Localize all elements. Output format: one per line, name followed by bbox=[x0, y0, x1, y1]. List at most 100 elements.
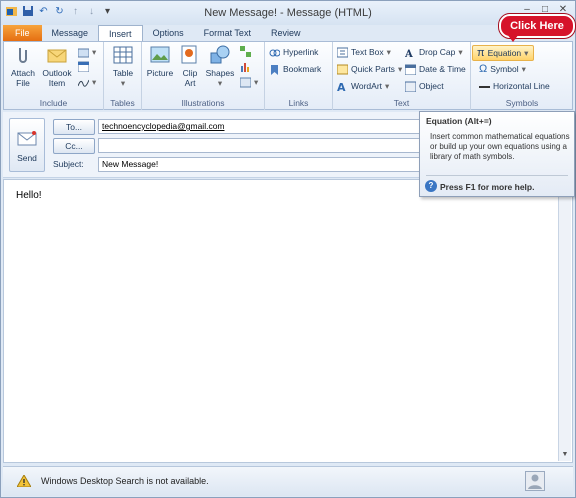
clip-art-icon bbox=[181, 45, 197, 64]
picture-label: Picture bbox=[146, 68, 174, 78]
bookmark-label: Bookmark bbox=[283, 64, 322, 74]
object-button[interactable]: Object bbox=[405, 80, 444, 92]
cc-button[interactable]: Cc... bbox=[53, 138, 95, 154]
group-text-label: Text bbox=[393, 98, 410, 108]
shapes-button[interactable]: Shapes ▾ bbox=[205, 44, 235, 88]
clip-art-button[interactable]: Clip Art bbox=[178, 44, 202, 88]
callout-pointer bbox=[507, 34, 519, 42]
tab-options[interactable]: Options bbox=[143, 25, 194, 42]
group-text: Text Box ▾ Quick Parts ▾ A WordArt ▾ A Drop C… bbox=[333, 42, 471, 110]
help-icon: ? bbox=[425, 180, 437, 192]
group-illustrations-label: Illustrations bbox=[181, 98, 225, 108]
business-card-button[interactable]: ▾ bbox=[78, 46, 96, 58]
picture-button[interactable]: Picture bbox=[145, 44, 175, 78]
tooltip-title: Equation (Alt+=) bbox=[426, 116, 492, 126]
text-box-icon bbox=[337, 47, 348, 57]
person-icon bbox=[528, 474, 542, 489]
quick-parts-button[interactable]: Quick Parts ▾ bbox=[337, 63, 402, 75]
hyperlink-label: Hyperlink bbox=[283, 47, 319, 57]
clip-art-label: Clip Art bbox=[182, 68, 198, 88]
scroll-down-icon[interactable]: ▼ bbox=[559, 449, 571, 461]
equation-tooltip: Equation (Alt+=) Insert common mathemati… bbox=[419, 111, 575, 197]
group-include-label: Include bbox=[39, 98, 68, 108]
tab-insert[interactable]: Insert bbox=[98, 25, 143, 42]
smartart-button[interactable] bbox=[240, 46, 251, 57]
table-label: Table bbox=[112, 68, 134, 78]
signature-icon bbox=[78, 79, 89, 87]
status-message: Windows Desktop Search is not available. bbox=[41, 476, 209, 486]
equation-label: Equation bbox=[487, 48, 522, 58]
group-links-label: Links bbox=[288, 98, 309, 108]
pi-icon: π bbox=[477, 47, 485, 59]
group-links: Hyperlink Bookmark Links bbox=[265, 42, 333, 110]
ribbon-tabs: File Message Insert Options Format Text … bbox=[1, 25, 575, 42]
outlook-item-button[interactable]: Outlook Item bbox=[40, 44, 74, 88]
text-box-button[interactable]: Text Box ▾ bbox=[337, 46, 391, 58]
drop-cap-label: Drop Cap bbox=[419, 47, 456, 57]
tab-message[interactable]: Message bbox=[42, 25, 99, 42]
signature-button[interactable]: ▾ bbox=[78, 76, 96, 88]
tooltip-body: Insert common mathematical equations or … bbox=[430, 132, 570, 161]
send-label: Send bbox=[17, 153, 37, 163]
attach-file-label: Attach File bbox=[10, 68, 36, 88]
date-time-button[interactable]: Date & Time bbox=[405, 63, 466, 75]
smartart-icon bbox=[240, 46, 251, 57]
wordart-label: WordArt bbox=[351, 81, 383, 91]
horizontal-line-label: Horizontal Line bbox=[493, 81, 550, 91]
quick-parts-icon bbox=[337, 64, 348, 74]
body-text[interactable]: Hello! bbox=[16, 190, 42, 201]
send-icon bbox=[17, 131, 37, 146]
title-bar: ↶ ↻ ↑ ↓ ▾ New Message! - Message (HTML) … bbox=[1, 1, 575, 25]
calendar-button[interactable] bbox=[78, 61, 89, 72]
subject-label: Subject: bbox=[53, 159, 84, 169]
shapes-icon bbox=[210, 45, 230, 64]
shapes-label: Shapes bbox=[205, 68, 235, 78]
vertical-scrollbar[interactable]: ▲ ▼ bbox=[558, 181, 571, 461]
symbol-button[interactable]: Ω Symbol ▾ bbox=[479, 63, 526, 75]
avatar[interactable] bbox=[525, 471, 545, 491]
date-time-label: Date & Time bbox=[419, 64, 466, 74]
text-box-label: Text Box bbox=[351, 47, 384, 57]
omega-icon: Ω bbox=[479, 63, 488, 75]
group-tables-label: Tables bbox=[110, 98, 135, 108]
chart-button[interactable] bbox=[240, 61, 251, 72]
message-body[interactable]: Hello! ▲ ▼ bbox=[3, 179, 573, 463]
business-card-icon bbox=[78, 48, 89, 57]
picture-icon bbox=[150, 46, 170, 63]
envelope-icon bbox=[47, 49, 67, 63]
screenshot-icon bbox=[240, 77, 251, 87]
paperclip-icon bbox=[19, 48, 27, 63]
equation-button-highlighted[interactable]: π Equation ▾ bbox=[477, 47, 528, 59]
drop-cap-icon: A bbox=[405, 49, 413, 58]
object-label: Object bbox=[419, 81, 444, 91]
symbol-label: Symbol bbox=[490, 64, 519, 74]
group-tables: Table ▾ Tables bbox=[104, 42, 142, 110]
date-time-icon bbox=[405, 64, 416, 75]
attach-file-button[interactable]: Attach File bbox=[8, 44, 38, 88]
horizontal-line-button[interactable]: Horizontal Line bbox=[479, 80, 550, 92]
hyperlink-button[interactable]: Hyperlink bbox=[269, 46, 318, 58]
bookmark-icon bbox=[271, 64, 278, 75]
tooltip-divider bbox=[426, 175, 568, 176]
outlook-item-label: Outlook Item bbox=[42, 68, 72, 88]
to-button[interactable]: To... bbox=[53, 119, 95, 135]
screenshot-button[interactable]: ▾ bbox=[240, 76, 258, 88]
status-bar: Windows Desktop Search is not available. bbox=[3, 466, 573, 496]
tab-review[interactable]: Review bbox=[261, 25, 311, 42]
quick-parts-label: Quick Parts bbox=[351, 64, 395, 74]
svg-text:A: A bbox=[405, 49, 413, 58]
tab-format-text[interactable]: Format Text bbox=[194, 25, 261, 42]
table-button[interactable]: Table ▾ bbox=[107, 44, 139, 88]
group-symbols-label: Symbols bbox=[505, 98, 539, 108]
object-icon bbox=[405, 81, 416, 92]
tab-file[interactable]: File bbox=[3, 25, 42, 42]
wordart-button[interactable]: A WordArt ▾ bbox=[337, 80, 389, 92]
send-button[interactable]: Send bbox=[9, 118, 45, 172]
hyperlink-icon bbox=[269, 49, 280, 56]
warning-icon bbox=[17, 475, 31, 487]
bookmark-button[interactable]: Bookmark bbox=[269, 63, 321, 75]
group-include: Attach File Outlook Item ▾ ▾ Include bbox=[4, 42, 104, 110]
window-title: New Message! - Message (HTML) bbox=[204, 7, 372, 19]
drop-cap-button[interactable]: A Drop Cap ▾ bbox=[405, 46, 463, 58]
calendar-icon bbox=[78, 61, 89, 72]
